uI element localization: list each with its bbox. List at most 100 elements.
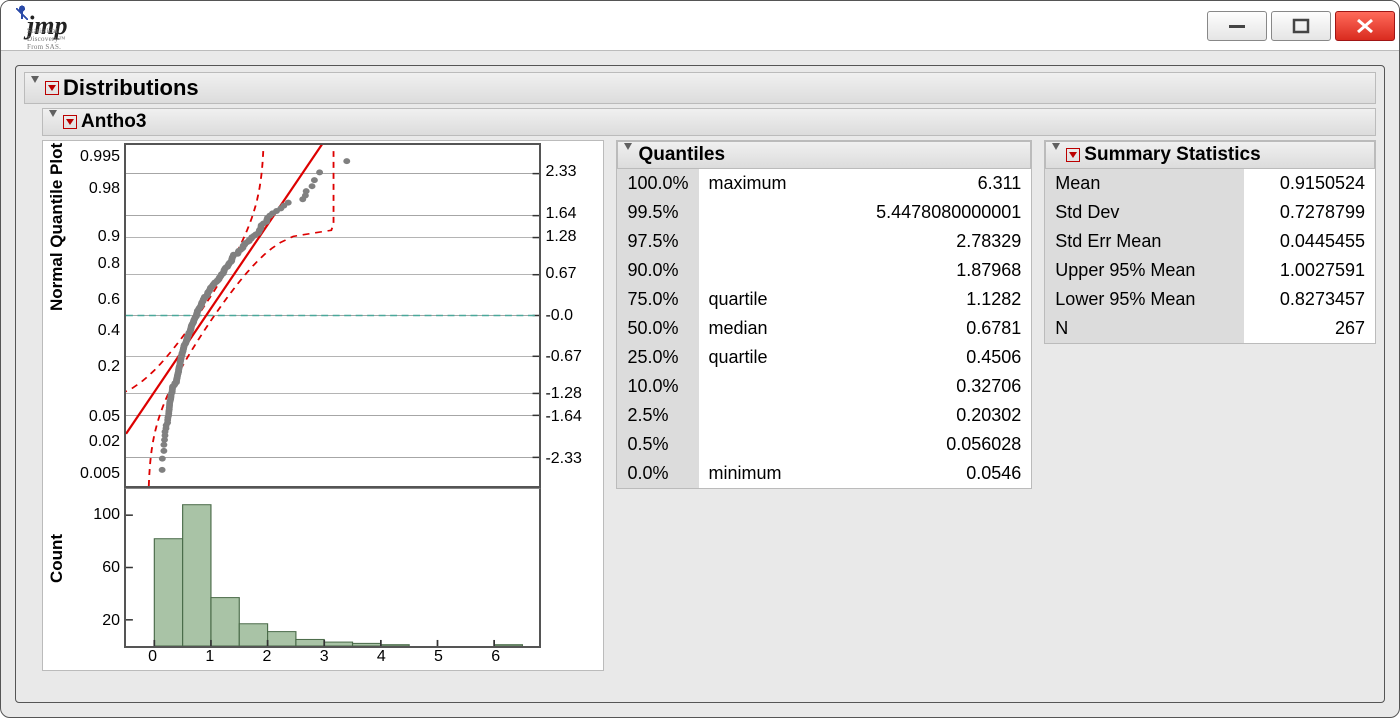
app-window: jmp Statistical Discovery™ From SAS. D (0, 0, 1400, 718)
variable-header[interactable]: Antho3 (42, 108, 1376, 136)
quantile-label (699, 401, 823, 430)
maximize-icon (1291, 18, 1311, 34)
stat-label: Std Err Mean (1045, 227, 1244, 256)
quantile-pct: 10.0% (617, 372, 698, 401)
jmp-logo: jmp Statistical Discovery™ From SAS. (13, 11, 67, 41)
hist-left-axis-ticks: 2060100 (69, 488, 124, 648)
qq-svg (126, 145, 539, 486)
quantile-label (699, 430, 823, 459)
quantiles-panel: Quantiles 100.0%maximum6.31199.5%5.44780… (616, 140, 1032, 489)
close-icon (1354, 18, 1376, 34)
quantile-value: 0.056028 (822, 430, 1031, 459)
summary-title: Summary Statistics (1084, 144, 1260, 166)
quantiles-title: Quantiles (638, 144, 725, 166)
quantile-pct: 100.0% (617, 169, 698, 198)
table-row: 10.0% 0.32706 (617, 372, 1031, 401)
quantile-value: 0.6781 (822, 314, 1031, 343)
qq-right-axis-ticks: -2.33-1.64-1.28-0.67-0.00.671.281.642.33 (541, 143, 601, 488)
stat-value: 267 (1244, 314, 1375, 343)
hotspot-icon[interactable] (45, 81, 59, 95)
table-row: 50.0%median0.6781 (617, 314, 1031, 343)
normal-quantile-plot[interactable]: 0.0050.020.050.20.40.60.80.90.980.995 -2… (69, 143, 601, 488)
minimize-icon (1227, 19, 1247, 33)
quantile-label: quartile (699, 343, 823, 372)
quantile-pct: 50.0% (617, 314, 698, 343)
hist-plot-area[interactable] (124, 488, 541, 648)
quantile-pct: 75.0% (617, 285, 698, 314)
quantile-label: minimum (699, 459, 823, 488)
content-row: Normal Quantile Plot Count 0.0050.020.05… (42, 140, 1376, 671)
distributions-title: Distributions (63, 75, 199, 101)
quantile-label: quartile (699, 285, 823, 314)
quantile-label (699, 227, 823, 256)
disclosure-icon[interactable] (31, 83, 41, 93)
quantile-value: 0.0546 (822, 459, 1031, 488)
quantile-pct: 97.5% (617, 227, 698, 256)
distributions-header[interactable]: Distributions (24, 72, 1376, 104)
table-row: 99.5% 5.4478080000001 (617, 198, 1031, 227)
quantiles-table: 100.0%maximum6.31199.5%5.447808000000197… (617, 169, 1031, 488)
table-row: 0.0%minimum0.0546 (617, 459, 1031, 488)
quantile-label: median (699, 314, 823, 343)
qq-y-axis-title: Normal Quantile Plot (45, 143, 69, 488)
quantile-value: 5.4478080000001 (822, 198, 1031, 227)
table-row: 2.5%0.20302 (617, 401, 1031, 430)
maximize-button[interactable] (1271, 11, 1331, 41)
quantile-label (699, 256, 823, 285)
summary-panel: Summary Statistics Mean0.9150524Std Dev0… (1044, 140, 1376, 344)
quantiles-header[interactable]: Quantiles (617, 141, 1031, 169)
quantile-label (699, 198, 823, 227)
quantile-label (699, 372, 823, 401)
table-row: Std Err Mean0.0445455 (1045, 227, 1375, 256)
minimize-button[interactable] (1207, 11, 1267, 41)
stat-value: 0.7278799 (1244, 198, 1375, 227)
quantile-value: 0.32706 (822, 372, 1031, 401)
hist-x-axis-ticks: 0123456 (124, 648, 541, 668)
hist-svg (126, 489, 539, 646)
quantile-pct: 2.5% (617, 401, 698, 430)
stat-label: Mean (1045, 169, 1244, 198)
quantile-label: maximum (699, 169, 823, 198)
quantile-pct: 0.0% (617, 459, 698, 488)
table-row: 97.5% 2.78329 (617, 227, 1031, 256)
summary-table: Mean0.9150524Std Dev0.7278799Std Err Mea… (1045, 169, 1375, 343)
titlebar: jmp Statistical Discovery™ From SAS. (1, 1, 1399, 51)
histogram[interactable]: 2060100 (69, 488, 601, 648)
stat-value: 0.8273457 (1244, 285, 1375, 314)
disclosure-icon[interactable] (49, 117, 59, 127)
quantile-pct: 0.5% (617, 430, 698, 459)
disclosure-icon[interactable] (624, 150, 634, 160)
table-row: Mean0.9150524 (1045, 169, 1375, 198)
table-row: 100.0%maximum6.311 (617, 169, 1031, 198)
table-row: Upper 95% Mean1.0027591 (1045, 256, 1375, 285)
quantile-pct: 90.0% (617, 256, 698, 285)
table-row: 90.0%1.87968 (617, 256, 1031, 285)
report-area: Distributions Antho3 Normal Quantile Plo… (15, 65, 1385, 703)
table-row: 25.0%quartile0.4506 (617, 343, 1031, 372)
quantile-pct: 99.5% (617, 198, 698, 227)
stat-value: 0.9150524 (1244, 169, 1375, 198)
quantile-value: 2.78329 (822, 227, 1031, 256)
close-button[interactable] (1335, 11, 1395, 41)
table-row: Lower 95% Mean0.8273457 (1045, 285, 1375, 314)
stat-label: N (1045, 314, 1244, 343)
table-row: Std Dev0.7278799 (1045, 198, 1375, 227)
qq-left-axis-ticks: 0.0050.020.050.20.40.60.80.90.980.995 (69, 143, 124, 488)
window-controls (1207, 11, 1399, 41)
stat-label: Upper 95% Mean (1045, 256, 1244, 285)
quantile-value: 0.4506 (822, 343, 1031, 372)
summary-header[interactable]: Summary Statistics (1045, 141, 1375, 169)
stat-value: 1.0027591 (1244, 256, 1375, 285)
quantile-pct: 25.0% (617, 343, 698, 372)
hotspot-icon[interactable] (1066, 148, 1080, 162)
quantile-value: 6.311 (822, 169, 1031, 198)
qq-plot-area[interactable] (124, 143, 541, 488)
table-row: 75.0%quartile1.1282 (617, 285, 1031, 314)
table-row: N267 (1045, 314, 1375, 343)
quantile-value: 1.1282 (822, 285, 1031, 314)
hotspot-icon[interactable] (63, 115, 77, 129)
disclosure-icon[interactable] (1052, 150, 1062, 160)
hist-y-axis-title: Count (45, 488, 69, 628)
variable-title: Antho3 (81, 111, 146, 133)
table-row: 0.5% 0.056028 (617, 430, 1031, 459)
